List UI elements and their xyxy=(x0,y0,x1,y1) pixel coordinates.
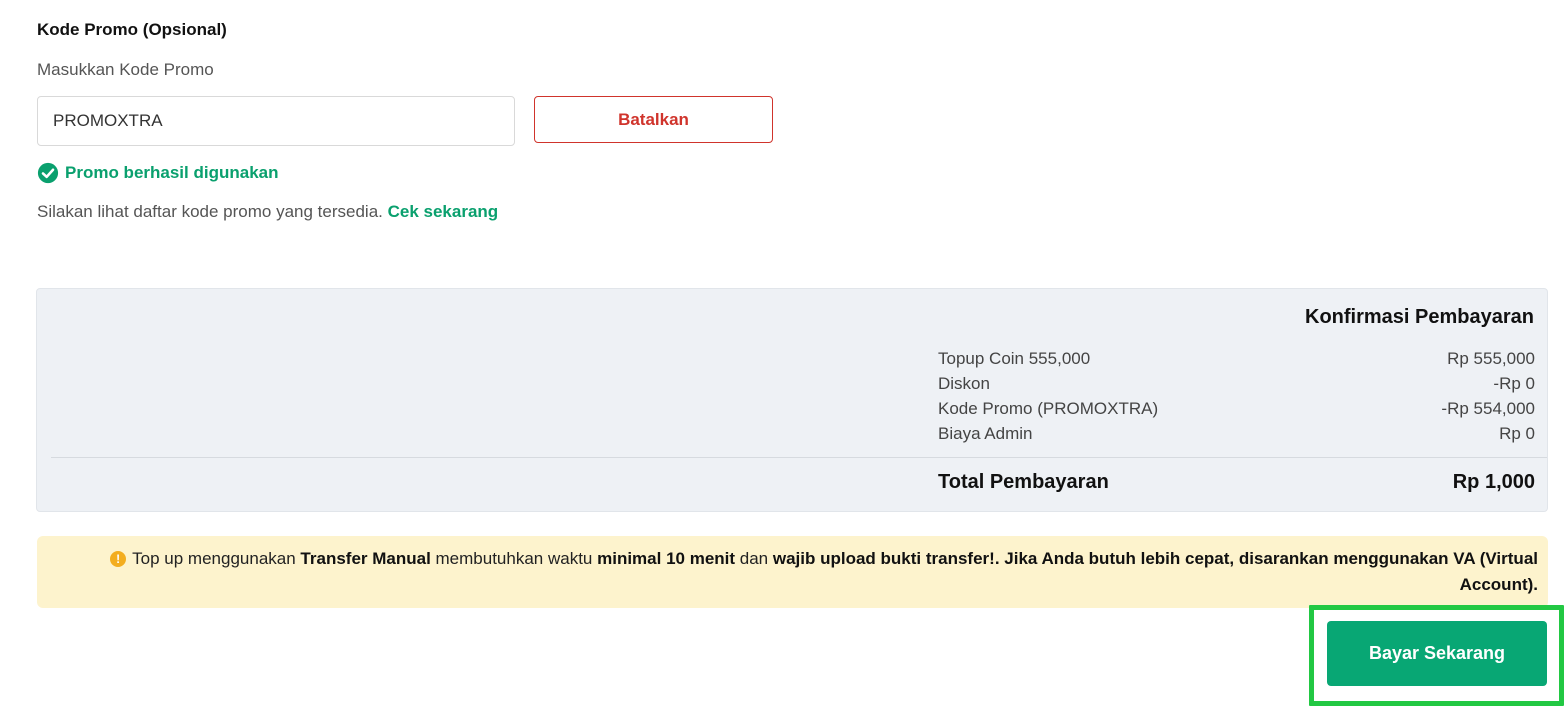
notice-text-2: membutuhkan waktu xyxy=(430,549,598,568)
cancel-promo-button[interactable]: Batalkan xyxy=(534,96,773,143)
notice-bold-1: Transfer Manual xyxy=(300,549,431,568)
notice-text-3: dan xyxy=(735,549,773,568)
summary-row-value: -Rp 554,000 xyxy=(1441,399,1535,418)
summary-title: Konfirmasi Pembayaran xyxy=(1305,306,1534,328)
promo-section-title: Kode Promo (Opsional) xyxy=(37,20,227,39)
promo-hint: Silakan lihat daftar kode promo yang ter… xyxy=(37,202,498,222)
check-promo-link[interactable]: Cek sekarang xyxy=(388,202,499,221)
promo-code-input[interactable] xyxy=(37,96,515,146)
summary-row: Topup Coin 555,000 Rp 555,000 xyxy=(938,346,1535,371)
summary-row: Kode Promo (PROMOXTRA) -Rp 554,000 xyxy=(938,396,1535,421)
notice-bold-2: minimal 10 menit xyxy=(597,549,736,568)
total-value: Rp 1,000 xyxy=(1452,471,1535,493)
summary-row-value: Rp 0 xyxy=(1499,424,1535,443)
payment-page: Kode Promo (Opsional) Masukkan Kode Prom… xyxy=(0,0,1567,716)
promo-success-message: Promo berhasil digunakan xyxy=(37,162,279,184)
summary-row: Diskon -Rp 0 xyxy=(938,371,1535,396)
summary-rows: Topup Coin 555,000 Rp 555,000 Diskon -Rp… xyxy=(938,346,1535,446)
total-label: Total Pembayaran xyxy=(938,471,1109,493)
warning-icon: ! xyxy=(110,551,127,567)
promo-hint-text: Silakan lihat daftar kode promo yang ter… xyxy=(37,202,383,221)
payment-summary-panel: Konfirmasi Pembayaran Topup Coin 555,000… xyxy=(36,288,1548,512)
notice-bold-3: wajib upload bukti transfer!. Jika Anda … xyxy=(772,549,1538,594)
check-circle-icon xyxy=(37,162,59,184)
summary-row-label: Kode Promo (PROMOXTRA) xyxy=(938,399,1159,418)
promo-input-label: Masukkan Kode Promo xyxy=(37,60,214,79)
pay-now-button[interactable]: Bayar Sekarang xyxy=(1327,621,1547,686)
summary-row-value: -Rp 0 xyxy=(1493,374,1535,393)
summary-total: Total Pembayaran Rp 1,000 xyxy=(938,471,1535,494)
summary-row: Biaya Admin Rp 0 xyxy=(938,421,1535,446)
notice-text-1: Top up menggunakan xyxy=(132,549,301,568)
summary-divider xyxy=(51,457,1547,458)
summary-row-label: Topup Coin 555,000 xyxy=(938,349,1091,368)
summary-row-label: Diskon xyxy=(938,374,990,393)
summary-row-label: Biaya Admin xyxy=(938,424,1033,443)
summary-row-value: Rp 555,000 xyxy=(1447,349,1535,368)
promo-success-text: Promo berhasil digunakan xyxy=(65,163,279,182)
manual-transfer-notice: ! Top up menggunakan Transfer Manual memb… xyxy=(37,536,1548,608)
